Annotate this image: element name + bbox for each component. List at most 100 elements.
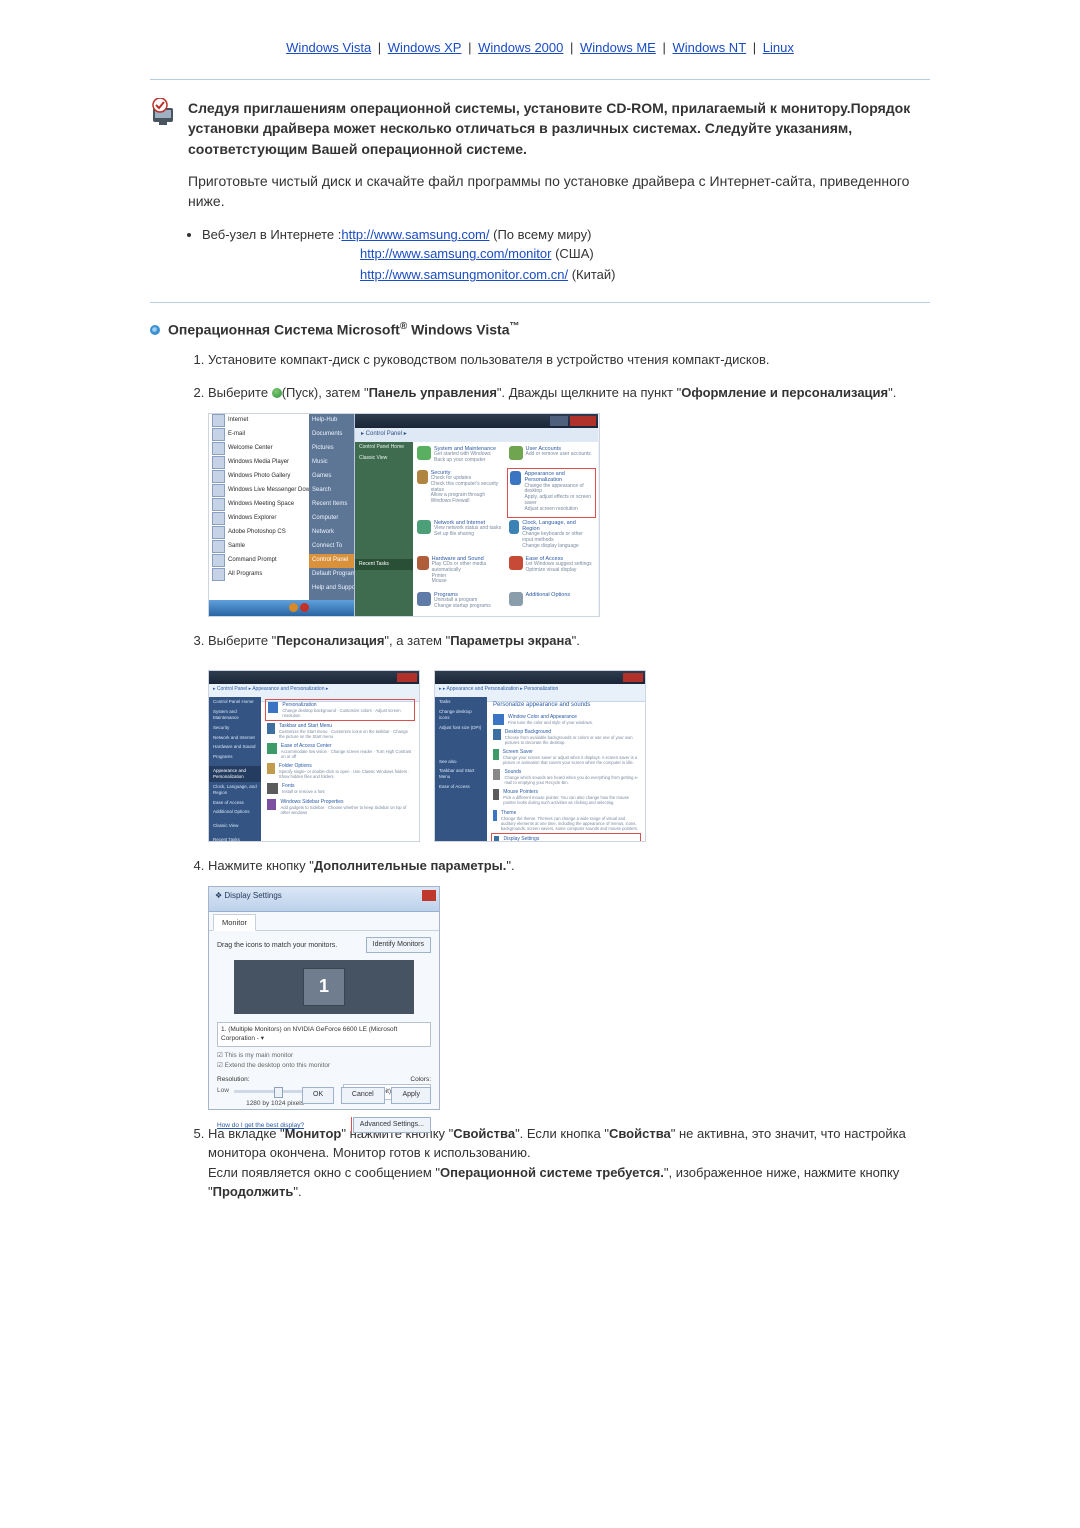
startmenu-item: Network [309,526,354,540]
startmenu-item: Windows Photo Gallery [209,470,309,484]
sidebar-item: Control Panel Home [209,697,261,707]
control-panel-window: ▸ Control Panel ▸ Control Panel HomeClas… [355,414,598,616]
appearance-item: PersonalizationChange desktop background… [267,701,413,719]
sidebar-item: Additional Options [209,807,261,817]
divider [150,302,930,303]
nav-xp[interactable]: Windows XP [388,40,462,55]
check-monitor-icon [150,98,176,126]
section-title: Операционная Система Microsoft® Windows … [168,321,520,338]
note1-text: Следуя приглашениям операционной системы… [188,100,910,157]
startmenu-item: Recent Items [309,498,354,512]
sidebar-item: See also [435,757,487,767]
sidebar-item: Hardware and Sound [209,742,261,752]
nav-vista[interactable]: Windows Vista [286,40,371,55]
screenshot-startmenu-controlpanel: InternetE-mailWelcome CenterWindows Medi… [208,413,600,617]
extend-desktop-checkbox: ☑ Extend the desktop onto this monitor [217,1061,431,1071]
link2-suffix: (США) [551,246,593,261]
appearance-item: FontsInstall or remove a font [267,783,413,794]
appearance-item: Windows Sidebar PropertiesAdd gadgets to… [267,799,413,815]
cp-leftpane-item: Recent Tasks [355,559,413,571]
sidebar-item: Recent Tasks [209,835,261,842]
best-display-link: How do I get the best display? [217,1122,304,1129]
sidebar-item: Programs [209,752,261,762]
cp-category: User AccountsAdd or remove user accounts [509,446,595,466]
link-china[interactable]: http://www.samsungmonitor.com.cn/ [360,267,568,282]
sep: | [566,40,577,55]
startmenu-item: Internet [209,414,309,428]
nav-2000[interactable]: Windows 2000 [478,40,563,55]
startmenu-item: Documents [309,428,354,442]
personalization-item: ThemeChange the theme. Themes can change… [493,810,639,831]
nav-linux[interactable]: Linux [763,40,794,55]
sep: | [464,40,475,55]
advanced-settings-button: Advanced Settings... [353,1117,431,1134]
startmenu-item: Windows Media Player [209,456,309,470]
dialog-title: ❖ Display Settings [209,887,439,912]
step-4: Нажмите кнопку "Дополнительные параметры… [208,856,930,1110]
identify-monitors-button: Identify Monitors [366,937,431,954]
startmenu-item: Windows Live Messenger Download [209,484,309,498]
appearance-item: Ease of Access CenterAccommodate low vis… [267,743,413,759]
nav-nt[interactable]: Windows NT [672,40,746,55]
drag-instruction: Drag the icons to match your monitors. [217,942,337,949]
sidebar-item: Appearance and Personalization [209,766,261,782]
cp-leftpane-item: Control Panel Home [355,442,413,454]
screenshot-appearance-personalization: ▸ Control Panel ▸ Appearance and Persona… [208,670,420,842]
start-orb-icon [272,388,282,398]
sidebar-item: Security [209,723,261,733]
screenshot-personalization: ▸ ▸ Appearance and Personalization ▸ Per… [434,670,646,842]
close-icon [397,673,417,682]
cancel-button: Cancel [341,1087,385,1104]
sidebar-item: Adjust font size (DPI) [435,723,487,733]
sidebar-item: Ease of Access [435,782,487,792]
sidebar-item: Taskbar and Start Menu [435,766,487,782]
startmenu-item: Help-Hub [309,414,354,428]
nav-me[interactable]: Windows ME [580,40,656,55]
cp-leftpane-item [355,465,413,469]
startmenu-item: Control Panel [309,554,354,568]
step-1: Установите компакт-диск с руководством п… [208,350,930,370]
sep: | [374,40,385,55]
screenshot-display-settings: ❖ Display Settings Monitor Identify Moni… [208,886,440,1110]
startmenu-item: Games [309,470,354,484]
sidebar-item: Tasks [435,697,487,707]
display-dropdown: 1. (Multiple Monitors) on NVIDIA GeForce… [217,1022,431,1048]
sidebar-item: System and Maintenance [209,707,261,723]
start-menu: InternetE-mailWelcome CenterWindows Medi… [209,414,355,616]
note2-text: Приготовьте чистый диск и скачайте файл … [188,173,909,209]
link-usa[interactable]: http://www.samsung.com/monitor [360,246,551,261]
sep: | [659,40,670,55]
link-world[interactable]: http://www.samsung.com/ [341,227,489,242]
startmenu-item: Windows Meeting Space [209,498,309,512]
bullet-prefix: Веб-узел в Интернете : [202,227,341,242]
monitor-arrangement: 1 [234,960,414,1014]
cp-category: Appearance and PersonalizationChange the… [509,470,595,516]
sidebar-item: Clock, Language, and Region [209,782,261,798]
startmenu-item: Default Programs [309,568,354,582]
main-monitor-checkbox: ☑ This is my main monitor [217,1051,431,1061]
step-3: Выберите "Персонализация", а затем "Пара… [208,631,930,843]
personalization-item: Window Color and AppearanceFine tune the… [493,714,639,725]
cp-category: System and MaintenanceGet started with W… [417,446,503,466]
personalization-item: SoundsChange which sounds are heard when… [493,769,639,785]
install-note: Следуя приглашениям операционной системы… [150,98,930,211]
sidebar-item: Change desktop icons [435,707,487,723]
startmenu-item: Welcome Center [209,442,309,456]
startmenu-item: Music [309,456,354,470]
sidebar-item: Network and Internet [209,733,261,743]
personalize-heading: Personalize appearance and sounds [493,701,639,710]
cp-category: Ease of AccessLet Windows suggest settin… [509,556,595,588]
startmenu-item: E-mail [209,428,309,442]
ok-button: OK [302,1087,334,1104]
close-icon [570,416,596,426]
divider [150,79,930,80]
appearance-item: Taskbar and Start MenuCustomize the Star… [267,723,413,739]
startmenu-item: Command Prompt [209,554,309,568]
sidebar-item: Classic View [209,821,261,831]
link3-suffix: (Китай) [568,267,615,282]
personalization-item: Display SettingsAdjust your monitor reso… [493,835,639,843]
personalization-item: Mouse PointersPick a different mouse poi… [493,789,639,805]
close-icon [422,890,436,901]
steps-list: Установите компакт-диск с руководством п… [190,350,930,1202]
monitor-1-tile: 1 [303,968,345,1006]
